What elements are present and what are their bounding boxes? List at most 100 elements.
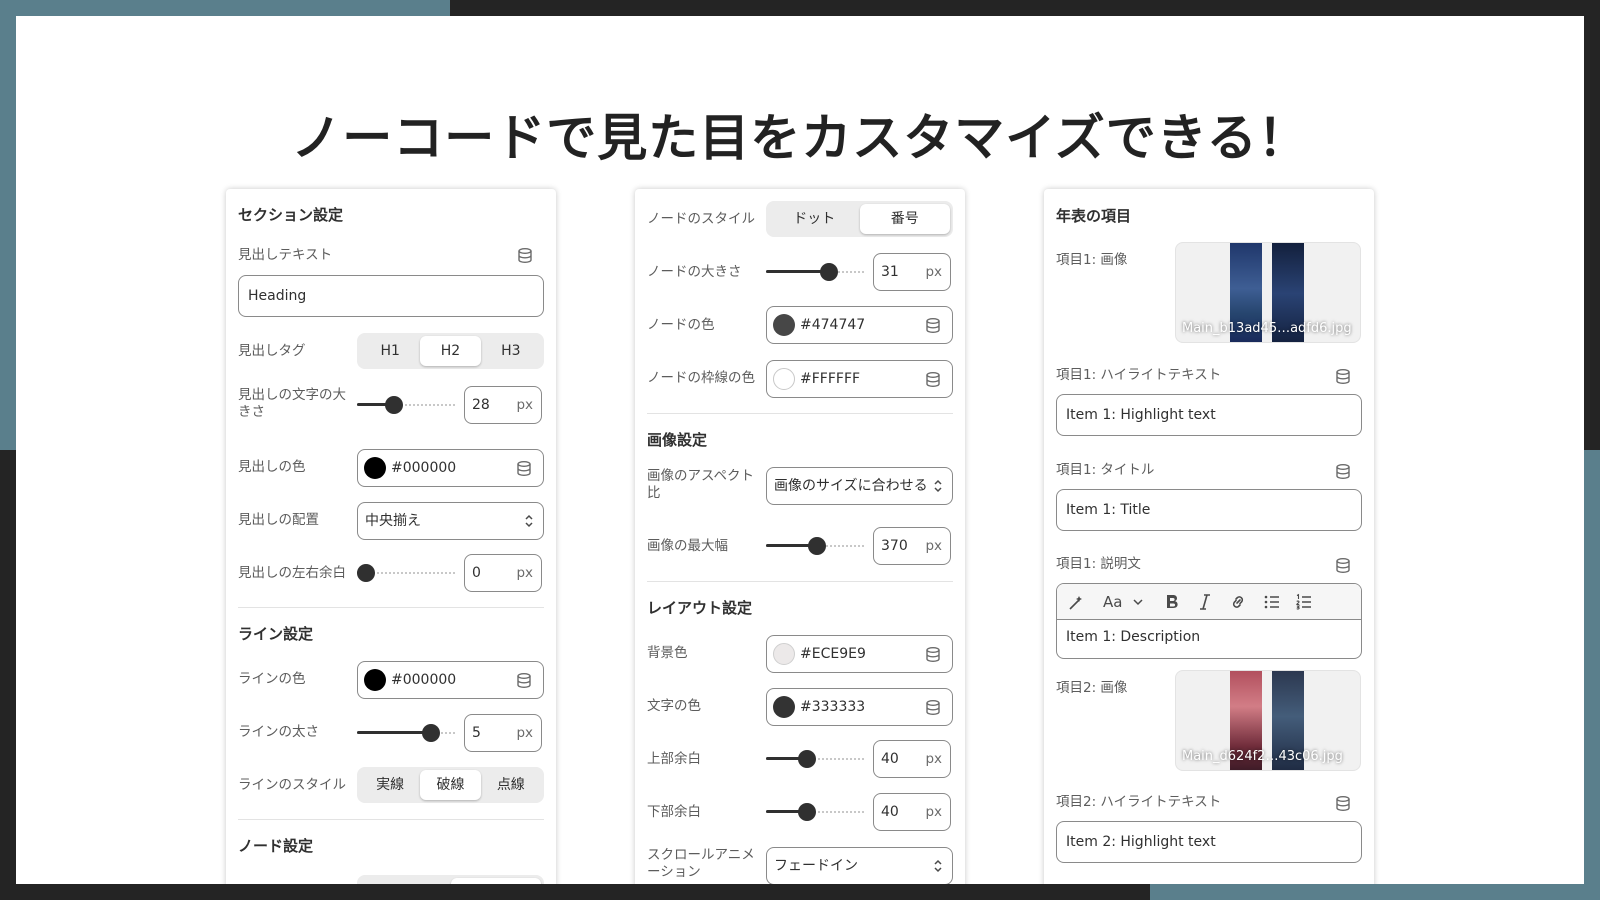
item1-description-label: 項目1: 説明文 xyxy=(1056,556,1141,572)
bg-color-value: #ECE9E9 xyxy=(800,646,866,662)
bg-color-field[interactable]: #ECE9E9 xyxy=(766,635,953,673)
node-border-color-label: ノードの枠線の色 xyxy=(647,370,755,386)
select-chevron-icon xyxy=(934,479,942,493)
heading-color-field[interactable]: #000000 xyxy=(357,449,544,487)
slider-thumb[interactable] xyxy=(819,263,838,281)
select-chevron-icon xyxy=(525,514,533,528)
item1-highlight-label: 項目1: ハイライトテキスト xyxy=(1056,367,1222,383)
chevron-down-icon[interactable] xyxy=(1133,598,1143,606)
item2-image-filename: Main_d624f2…43c06.jpg xyxy=(1182,749,1343,764)
bottom-padding-slider[interactable] xyxy=(766,802,864,822)
font-size-button[interactable]: Aa xyxy=(1103,592,1122,612)
item1-image-label: 項目1: 画像 xyxy=(1056,252,1128,268)
dynamic-source-icon[interactable] xyxy=(517,673,531,688)
image-max-width-value: 370 xyxy=(881,538,908,554)
line-style-solid[interactable]: 実線 xyxy=(360,770,420,800)
color-swatch[interactable] xyxy=(773,696,795,718)
italic-icon[interactable] xyxy=(1197,593,1213,611)
line-section-title: ライン設定 xyxy=(238,625,314,643)
line-style-dotted[interactable]: 点線 xyxy=(481,770,541,800)
color-swatch[interactable] xyxy=(364,457,386,479)
dynamic-source-icon[interactable] xyxy=(517,461,531,476)
text-color-label: 文字の色 xyxy=(647,698,701,714)
heading-align-select[interactable]: 中央揃え xyxy=(357,502,544,540)
heading-tag-h3[interactable]: H3 xyxy=(481,336,541,366)
section-divider xyxy=(238,819,544,820)
color-swatch[interactable] xyxy=(364,669,386,691)
section-divider xyxy=(238,607,544,608)
node-style-selector-partial[interactable] xyxy=(357,875,544,884)
dynamic-source-icon[interactable] xyxy=(926,647,940,662)
heading-size-slider[interactable] xyxy=(357,395,455,415)
node-color-field[interactable]: #474747 xyxy=(766,306,953,344)
dynamic-source-icon[interactable] xyxy=(1336,796,1350,811)
heading-padding-slider[interactable] xyxy=(357,563,455,583)
item1-description-text[interactable]: Item 1: Description xyxy=(1066,629,1200,645)
heading-color-value: #000000 xyxy=(391,460,457,476)
slider-thumb[interactable] xyxy=(798,750,817,768)
line-style-dashed[interactable]: 破線 xyxy=(420,770,481,800)
image-max-width-slider[interactable] xyxy=(766,536,864,556)
node-style-dot[interactable]: ドット xyxy=(769,204,860,234)
image-max-width-input[interactable]: 370 px xyxy=(873,527,951,565)
item1-image-preview[interactable]: Main_b13ad45…adfd6.jpg xyxy=(1175,242,1361,343)
bold-icon[interactable] xyxy=(1164,593,1180,611)
slider-thumb[interactable] xyxy=(807,537,826,555)
item2-image-preview[interactable]: Main_d624f2…43c06.jpg xyxy=(1175,670,1361,771)
heading-tag-h2[interactable]: H2 xyxy=(420,336,481,366)
node-style-option[interactable] xyxy=(360,878,451,884)
heading-padding-input[interactable]: 0 px xyxy=(464,554,542,592)
node-style-number[interactable]: 番号 xyxy=(859,204,950,234)
unit-label: px xyxy=(925,751,942,767)
dynamic-source-icon[interactable] xyxy=(926,372,940,387)
item1-title-input[interactable]: Item 1: Title xyxy=(1056,489,1362,531)
node-color-label: ノードの色 xyxy=(647,317,715,333)
bg-color-label: 背景色 xyxy=(647,645,688,661)
slider-thumb[interactable] xyxy=(385,396,404,414)
line-width-input[interactable]: 5 px xyxy=(464,714,542,752)
heading-size-input[interactable]: 28 px xyxy=(464,386,542,424)
slider-thumb[interactable] xyxy=(798,803,817,821)
heading-tag-h1[interactable]: H1 xyxy=(360,336,420,366)
color-swatch[interactable] xyxy=(773,643,795,665)
dynamic-source-icon[interactable] xyxy=(1336,369,1350,384)
dynamic-source-icon[interactable] xyxy=(1336,558,1350,573)
heading-tag-label: 見出しタグ xyxy=(238,343,306,359)
node-style-option[interactable] xyxy=(450,878,541,884)
line-width-label: ラインの太さ xyxy=(238,724,319,740)
slider-thumb[interactable] xyxy=(421,724,440,742)
line-color-field[interactable]: #000000 xyxy=(357,661,544,699)
image-aspect-select[interactable]: 画像のサイズに合わせる xyxy=(766,467,953,505)
link-icon[interactable] xyxy=(1229,593,1247,611)
heading-tag-selector[interactable]: H1 H2 H3 xyxy=(357,333,544,369)
scroll-animation-select[interactable]: フェードイン xyxy=(766,847,953,884)
page-title: ノーコードで見た目をカスタマイズできる！ xyxy=(291,109,1309,167)
node-size-slider[interactable] xyxy=(766,262,864,282)
dynamic-source-icon[interactable] xyxy=(1336,464,1350,479)
node-border-color-field[interactable]: #FFFFFF xyxy=(766,360,953,398)
item1-highlight-input[interactable]: Item 1: Highlight text xyxy=(1056,394,1362,436)
line-width-slider[interactable] xyxy=(357,723,455,743)
image-aspect-label: 画像のアスペクト比 xyxy=(647,468,755,501)
numbered-list-icon[interactable] xyxy=(1295,593,1313,611)
line-style-selector[interactable]: 実線 破線 点線 xyxy=(357,767,544,803)
heading-text-input[interactable]: Heading xyxy=(238,275,544,317)
layout-section-title: レイアウト設定 xyxy=(647,599,753,617)
item2-highlight-input[interactable]: Item 2: Highlight text xyxy=(1056,821,1362,863)
color-swatch[interactable] xyxy=(773,314,795,336)
slider-thumb[interactable] xyxy=(357,564,375,582)
node-layout-settings-panel: ノードのスタイル ドット 番号 ノードの大きさ 31 px ノードの色 #474… xyxy=(635,189,965,884)
item1-description-editor[interactable]: Aa Item 1: Description xyxy=(1056,583,1362,659)
node-size-input[interactable]: 31 px xyxy=(873,253,951,291)
dynamic-source-icon[interactable] xyxy=(926,318,940,333)
top-padding-input[interactable]: 40 px xyxy=(873,740,951,778)
node-style-selector[interactable]: ドット 番号 xyxy=(766,201,953,237)
bullet-list-icon[interactable] xyxy=(1263,593,1281,611)
dynamic-source-icon[interactable] xyxy=(926,700,940,715)
color-swatch[interactable] xyxy=(773,368,795,390)
bottom-padding-input[interactable]: 40 px xyxy=(873,793,951,831)
top-padding-slider[interactable] xyxy=(766,749,864,769)
magic-wand-icon[interactable] xyxy=(1067,594,1085,612)
dynamic-source-icon[interactable] xyxy=(518,248,532,263)
text-color-field[interactable]: #333333 xyxy=(766,688,953,726)
